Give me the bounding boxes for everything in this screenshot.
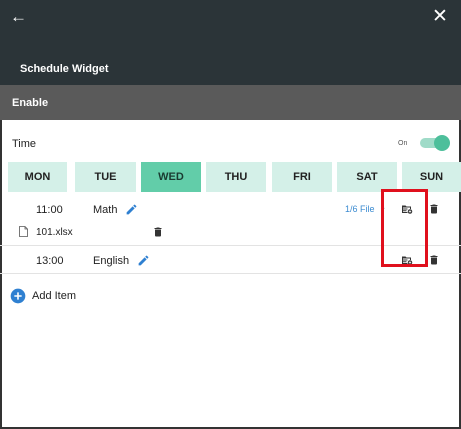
trash-icon[interactable] — [428, 254, 440, 266]
close-button[interactable]: ✕ — [429, 6, 451, 28]
page-title: Schedule Widget — [20, 63, 109, 75]
tab-sun[interactable]: SUN — [402, 162, 461, 192]
schedule-item: 11:00 Math 1/6 File ⌄ 101.xlsx — [0, 196, 461, 246]
tab-thu[interactable]: THU — [206, 162, 266, 192]
tab-wed[interactable]: WED — [141, 162, 201, 192]
folder-add-icon[interactable] — [401, 203, 413, 215]
item-time: 11:00 — [36, 204, 63, 216]
tab-mon[interactable]: MON — [8, 162, 67, 192]
file-trash-icon[interactable] — [152, 226, 164, 238]
add-item-label: Add Item — [32, 290, 77, 302]
tab-tue[interactable]: TUE — [75, 162, 136, 192]
item-subject: Math — [93, 204, 118, 216]
schedule-item: 13:00 English — [0, 248, 461, 274]
arrow-left-icon: ← — [10, 7, 27, 26]
time-label: Time — [12, 138, 37, 150]
item-time: 13:00 — [36, 255, 64, 267]
file-name[interactable]: 101.xlsx — [36, 227, 73, 238]
toggle-knob — [434, 135, 450, 151]
trash-icon[interactable] — [428, 203, 440, 215]
item-subject: English — [93, 255, 130, 267]
header-bar: ← ✕ Schedule Widget — [0, 0, 461, 85]
file-count-link[interactable]: 1/6 File — [345, 204, 375, 214]
back-button[interactable]: ← — [10, 6, 32, 28]
folder-add-icon[interactable] — [401, 254, 413, 266]
pencil-icon[interactable] — [125, 203, 138, 216]
enable-bar: Enable — [0, 85, 461, 120]
tab-fri[interactable]: FRI — [272, 162, 332, 192]
enable-label: Enable — [12, 97, 49, 109]
day-tabs: MON TUE WED THU FRI SAT SUN — [8, 162, 461, 192]
pencil-icon[interactable] — [137, 254, 150, 267]
tab-sat[interactable]: SAT — [337, 162, 397, 192]
chevron-down-icon[interactable]: ⌄ — [379, 202, 387, 213]
toggle-state-label: On — [398, 140, 408, 147]
time-toggle[interactable] — [420, 135, 450, 151]
close-icon: ✕ — [432, 6, 448, 27]
file-icon — [19, 226, 28, 237]
plus-circle-icon — [10, 288, 26, 304]
time-row: Time On — [0, 128, 461, 160]
